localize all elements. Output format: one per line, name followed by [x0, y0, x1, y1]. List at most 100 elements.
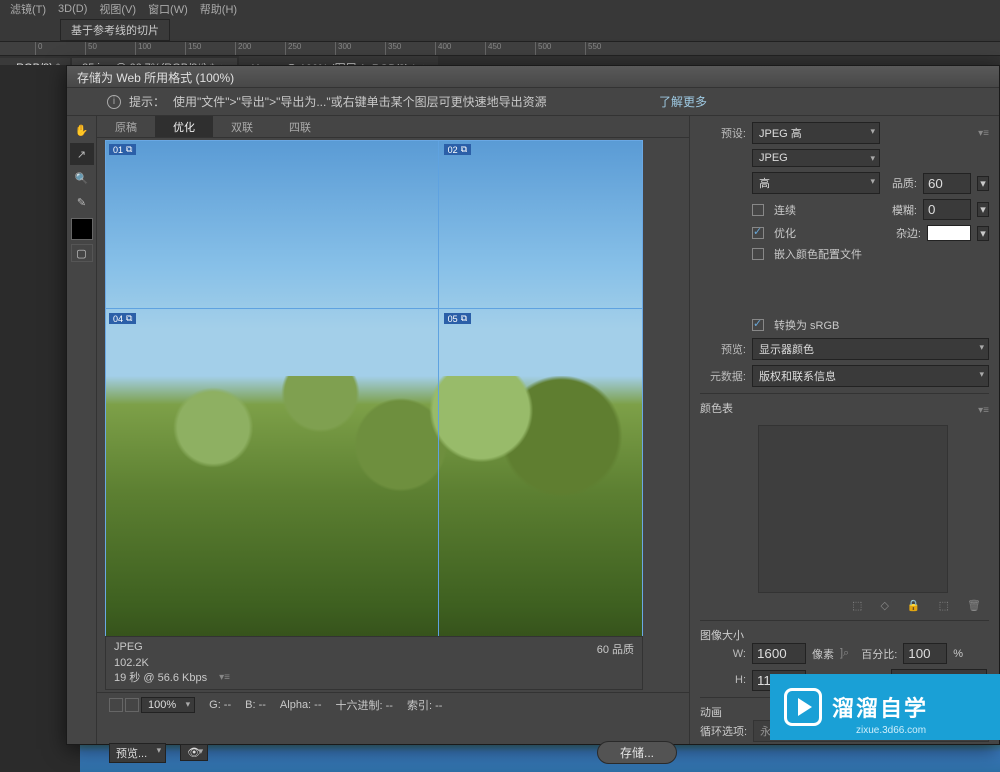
- width-input[interactable]: [752, 643, 806, 664]
- ct-icon-new[interactable]: ⬚: [939, 599, 949, 612]
- tip-text: 使用"文件">"导出">"导出为..."或右键单击某个图层可更快速地导出资源: [173, 93, 547, 110]
- zoom-select[interactable]: 100%: [141, 697, 195, 713]
- readout-g: G: --: [209, 699, 231, 711]
- animation-title: 动画: [700, 707, 722, 719]
- blur-stepper-icon[interactable]: ▾: [977, 202, 989, 217]
- format-select[interactable]: JPEG: [752, 149, 880, 167]
- toggle-slices-visibility-icon[interactable]: ▢: [71, 244, 93, 262]
- save-button[interactable]: 存储...: [597, 741, 677, 764]
- matte-dropdown-icon[interactable]: ▾: [977, 226, 989, 241]
- quality-text: 60 品质: [597, 641, 634, 657]
- foreground-color-swatch[interactable]: [71, 218, 93, 240]
- preset-select[interactable]: JPEG 高: [752, 122, 880, 144]
- convert-srgb-label: 转换为 sRGB: [774, 317, 839, 333]
- save-for-web-dialog: 存储为 Web 所用格式 (100%) i 提示： 使用"文件">"导出">"导…: [66, 65, 1000, 745]
- tip-bar: i 提示： 使用"文件">"导出">"导出为..."或右键单击某个图层可更快速地…: [67, 88, 999, 116]
- ct-icon-1[interactable]: ⬚: [852, 599, 862, 612]
- menu-filter[interactable]: 滤镜(T): [10, 1, 46, 17]
- menu-view[interactable]: 视图(V): [99, 1, 136, 17]
- image-foliage: [106, 376, 642, 663]
- app-menubar[interactable]: 滤镜(T) 3D(D) 视图(V) 窗口(W) 帮助(H): [0, 0, 1000, 18]
- zoom-tool-icon[interactable]: 🔍: [70, 167, 94, 189]
- readout-b: B: --: [245, 699, 266, 711]
- slice-badge-04[interactable]: 04 ⧉: [109, 313, 136, 324]
- info-icon: i: [107, 95, 121, 109]
- slice-badge-02[interactable]: 02 ⧉: [444, 144, 471, 155]
- preview-color-select[interactable]: 显示器颜色: [752, 338, 989, 360]
- preview-area[interactable]: 01 ⧉ 02 ⧉ 04 ⧉ 05 ⧉ JPEG 60 品质 102.2K 19…: [97, 138, 689, 692]
- menu-help[interactable]: 帮助(H): [200, 1, 237, 17]
- tab-4up[interactable]: 四联: [271, 116, 329, 137]
- embed-profile-checkbox[interactable]: [752, 248, 764, 260]
- lock-icon[interactable]: 🔒: [907, 599, 921, 612]
- menu-3d[interactable]: 3D(D): [58, 3, 87, 15]
- quality-stepper-icon[interactable]: ▾: [977, 176, 989, 191]
- percent-label: 百分比:: [861, 646, 897, 662]
- preview-button[interactable]: 预览...: [109, 743, 166, 763]
- zoom-in-icon[interactable]: [125, 698, 139, 712]
- quality-level-select[interactable]: 高: [752, 172, 880, 194]
- download-time-text: 19 秒 @ 56.6 Kbps: [114, 669, 207, 685]
- eyedropper-tool-icon[interactable]: ✎: [70, 191, 94, 213]
- optimize-checkbox[interactable]: [752, 227, 764, 239]
- preview-color-label: 预览:: [700, 341, 746, 357]
- flyout-menu-icon[interactable]: ▾≡: [219, 672, 230, 683]
- embed-profile-label: 嵌入颜色配置文件: [774, 246, 862, 262]
- menu-window[interactable]: 窗口(W): [148, 1, 188, 17]
- unit-px: 像素: [812, 646, 834, 662]
- dialog-bottom-bar: 100% G: -- B: -- Alpha: -- 十六进制: -- 索引: …: [97, 692, 689, 744]
- progressive-checkbox[interactable]: [752, 204, 764, 216]
- trash-icon[interactable]: 🗑: [967, 599, 981, 612]
- dialog-tools: ✋ ↗ 🔍 ✎ ▢: [67, 116, 97, 744]
- convert-srgb-checkbox[interactable]: [752, 319, 764, 331]
- format-text: JPEG: [114, 641, 143, 657]
- browser-preview-icon[interactable]: 👁: [180, 744, 208, 761]
- metadata-select[interactable]: 版权和联系信息: [752, 365, 989, 387]
- preview-column: 原稿 优化 双联 四联 01 ⧉ 02 ⧉ 04 ⧉ 05 ⧉: [97, 116, 689, 744]
- hand-tool-icon[interactable]: ✋: [70, 119, 94, 141]
- slice-badge-01[interactable]: 01 ⧉: [109, 144, 136, 155]
- percent-unit: %: [953, 648, 963, 660]
- progressive-label: 连续: [774, 202, 796, 218]
- slice-guide-horizontal: [106, 308, 642, 309]
- blur-input[interactable]: [923, 199, 971, 220]
- view-mode-tabs: 原稿 优化 双联 四联: [97, 116, 689, 138]
- optimize-label: 优化: [774, 225, 796, 241]
- preview-canvas[interactable]: 01 ⧉ 02 ⧉ 04 ⧉ 05 ⧉: [105, 140, 643, 664]
- quality-input[interactable]: [923, 173, 971, 194]
- dialog-title: 存储为 Web 所用格式 (100%): [67, 66, 999, 88]
- slice-from-guides-button[interactable]: 基于参考线的切片: [60, 19, 170, 41]
- link-dimensions-icon[interactable]: ]⌕: [840, 647, 849, 660]
- colortable-icons: ⬚ ◇ 🔒 ⬚ 🗑: [700, 597, 989, 614]
- tab-2up[interactable]: 双联: [213, 116, 271, 137]
- height-label: H:: [700, 674, 746, 686]
- metadata-label: 元数据:: [700, 368, 746, 384]
- matte-label: 杂边:: [896, 225, 921, 241]
- ct-icon-2[interactable]: ◇: [880, 599, 888, 612]
- colortable-flyout-icon[interactable]: ▾≡: [978, 405, 989, 416]
- tab-optimized[interactable]: 优化: [155, 116, 213, 137]
- filesize-text: 102.2K: [114, 657, 634, 669]
- options-bar: 基于参考线的切片: [0, 18, 1000, 42]
- colortable-title: 颜色表: [700, 400, 733, 416]
- slice-select-tool-icon[interactable]: ↗: [70, 143, 94, 165]
- percent-input[interactable]: [903, 643, 947, 664]
- slice-badge-05[interactable]: 05 ⧉: [444, 313, 471, 324]
- matte-color-swatch[interactable]: [927, 225, 971, 241]
- watermark-url: zixue.3d66.com: [856, 725, 926, 736]
- loop-label: 循环选项:: [700, 723, 747, 739]
- slice-guide-vertical: [438, 141, 439, 663]
- color-table[interactable]: [758, 425, 948, 593]
- readout-index: 索引: --: [407, 697, 442, 713]
- preset-label: 预设:: [700, 125, 746, 141]
- tab-original[interactable]: 原稿: [97, 116, 155, 137]
- watermark-banner: 溜溜自学 zixue.3d66.com: [770, 674, 1000, 740]
- learn-more-link[interactable]: 了解更多: [659, 93, 707, 110]
- settings-panel: 预设: JPEG 高 ▾≡ JPEG 高 品质: ▾ 连续 模糊:: [689, 116, 999, 744]
- readout-alpha: Alpha: --: [280, 699, 322, 711]
- preset-flyout-icon[interactable]: ▾≡: [978, 128, 989, 139]
- zoom-out-icon[interactable]: [109, 698, 123, 712]
- zoom-control[interactable]: 100%: [109, 697, 195, 713]
- preview-info-panel: JPEG 60 品质 102.2K 19 秒 @ 56.6 Kbps ▾≡: [105, 636, 643, 690]
- width-label: W:: [700, 648, 746, 660]
